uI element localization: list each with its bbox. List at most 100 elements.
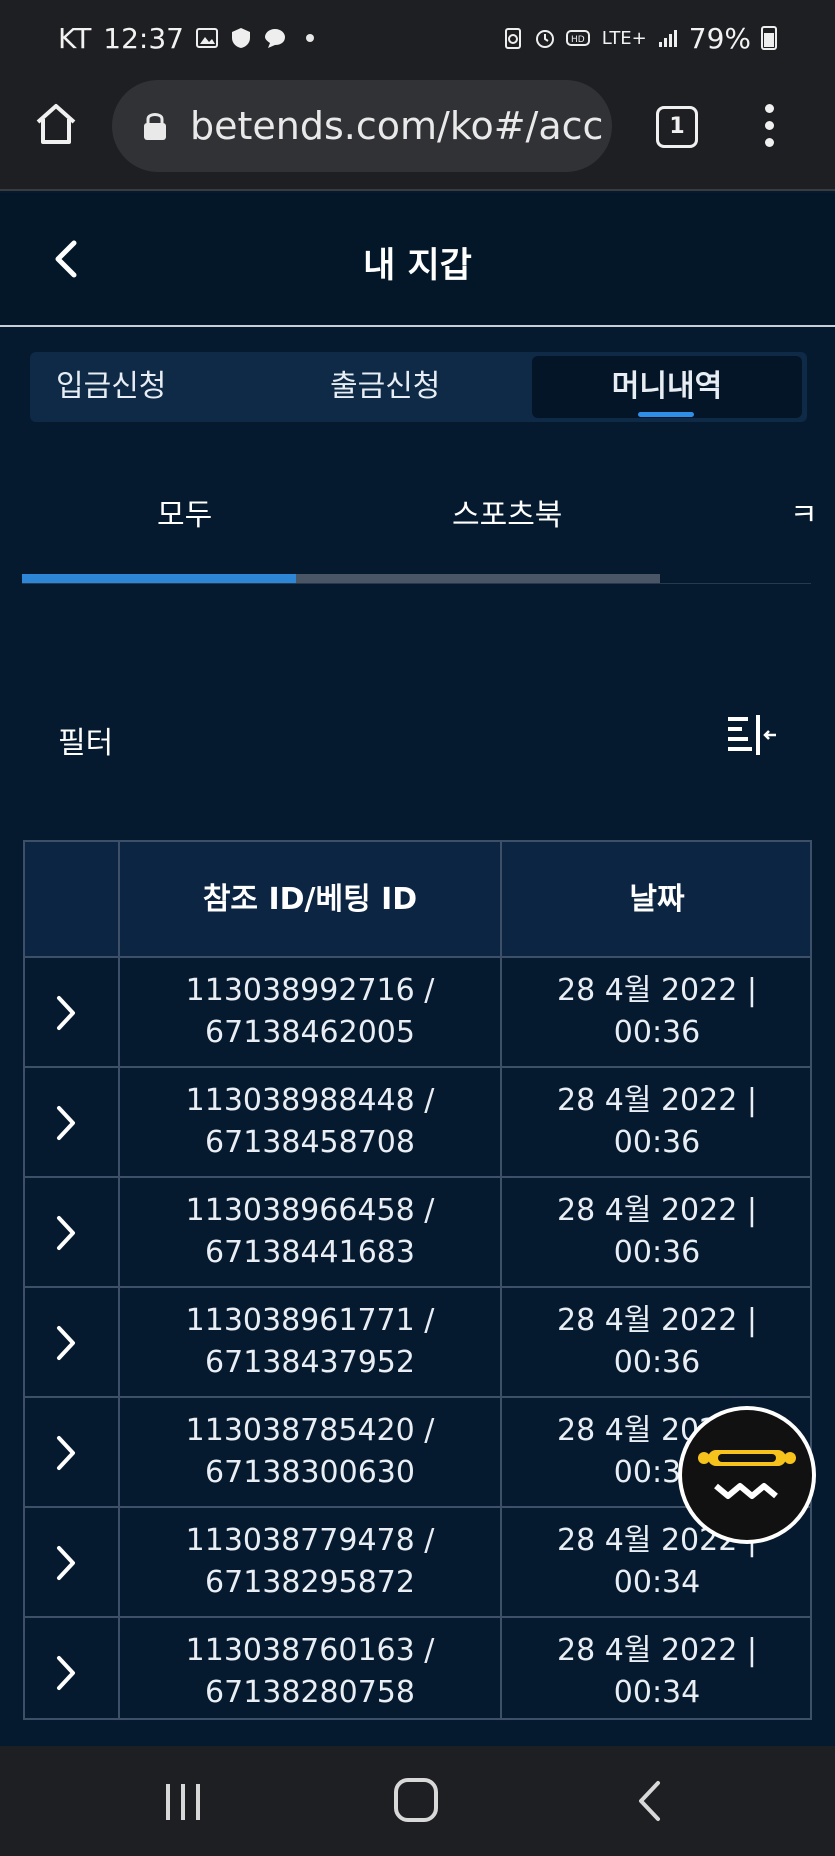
ref-bet-id-cell: 113038966458 / 67138441683 [120, 1190, 500, 1280]
bet-id: 67138437952 [205, 1345, 415, 1380]
lock-icon [144, 113, 166, 140]
page-header: 내 지갑 [0, 193, 835, 327]
date-text: 28 4월 2022 | [557, 1193, 757, 1228]
time-text: 00:36 [613, 1015, 701, 1050]
table-row[interactable]: 113038988448 / 67138458708 28 4월 2022 | 00:… [25, 1068, 810, 1178]
alarm-icon [535, 30, 554, 48]
expand-chevron-icon[interactable] [55, 1214, 77, 1252]
date-cell: 28 4월 2022 | 00:36 [502, 1190, 810, 1280]
address-bar[interactable]: betends.com/ko#/acc [112, 80, 612, 172]
subtab-third[interactable]: ㅋ [790, 490, 818, 534]
battery-icon [761, 26, 777, 50]
expand-chevron-icon[interactable] [55, 994, 77, 1032]
date-cell: 28 4월 2022 | 00:36 [502, 1300, 810, 1390]
back-nav-icon[interactable] [636, 1780, 662, 1822]
table-header: 참조 ID/베팅 ID 날짜 [25, 842, 810, 958]
ref-id: 113038760163 / [185, 1633, 435, 1668]
home-icon[interactable] [32, 100, 80, 148]
column-header-date: 날짜 [629, 882, 685, 917]
table-row[interactable]: 113038961771 / 67138437952 28 4월 2022 | 00:… [25, 1288, 810, 1398]
status-bar: KT 12:37 HD LTE+ 79% [0, 0, 835, 76]
notification-dot-icon [306, 34, 314, 42]
url-text: betends.com/ko#/acc [190, 104, 604, 148]
bet-id: 67138462005 [205, 1015, 415, 1050]
date-text: 28 4월 2022 | [557, 1083, 757, 1118]
clock: 12:37 [103, 21, 184, 55]
column-divider [118, 842, 120, 1718]
subtab-all[interactable]: 모두 [157, 490, 212, 534]
date-text: 28 4월 2022 | [557, 1633, 757, 1668]
filter-collapse-icon[interactable] [726, 714, 778, 758]
shield-icon [232, 28, 250, 48]
table-row[interactable]: 113038779478 /67138295872 28 4월 2022 | 00:… [25, 1508, 810, 1618]
chat-logo-icon [682, 1410, 812, 1540]
carrier-label: KT [58, 21, 92, 55]
date-cell: 28 4월 2022 | 00:34 [502, 1630, 810, 1718]
ref-id: 113038961771 / [185, 1303, 435, 1338]
svg-text:HD: HD [571, 35, 585, 45]
ref-id: 113038966458 / [185, 1193, 435, 1228]
recent-apps-icon[interactable] [164, 1782, 204, 1822]
recycle-icon [504, 28, 521, 49]
table-row[interactable]: 113038760163 / 67138280758 28 4월 2022 | 00:… [25, 1618, 810, 1718]
date-cell: 28 4월 2022 | 00:36 [502, 1080, 810, 1170]
tab-deposit[interactable]: 입금신청 [56, 352, 166, 422]
gallery-icon [196, 28, 218, 48]
bet-id: 67138280758 [205, 1675, 415, 1710]
battery-percent: 79% [688, 21, 751, 55]
subtab-divider [22, 583, 811, 584]
ref-id: 113038779478 / [185, 1523, 435, 1558]
browser-toolbar: betends.com/ko#/acc 1 [0, 76, 835, 191]
column-header-ref-id: 참조 ID/베팅 ID [202, 882, 418, 917]
time-text: 00:34 [613, 1565, 701, 1600]
hd-voice-icon: HD [565, 30, 590, 46]
ref-id: 113038988448 / [185, 1083, 435, 1118]
chat-fab-button[interactable] [678, 1406, 816, 1544]
subtab-scroll-track[interactable] [22, 574, 660, 583]
bet-id: 67138458708 [205, 1125, 415, 1160]
filter-label[interactable]: 필터 [58, 718, 113, 762]
bet-id: 67138295872 [205, 1565, 415, 1600]
network-type: LTE+ [601, 27, 647, 49]
time-text: 00:36 [613, 1345, 701, 1380]
chat-bubble-icon [265, 29, 285, 48]
ref-bet-id-cell: 113038988448 / 67138458708 [120, 1080, 500, 1170]
ref-bet-id-cell: 113038760163 / 67138280758 [120, 1630, 500, 1718]
subtab-active-indicator [22, 574, 296, 583]
page-title: 내 지갑 [363, 246, 472, 286]
ref-bet-id-cell: 113038992716 / 67138462005 [120, 970, 500, 1060]
more-menu-icon[interactable] [762, 104, 776, 150]
ref-id: 113038992716 / [185, 973, 435, 1008]
money-history-table: 참조 ID/베팅 ID 날짜 113038992716 / 67138462005… [23, 840, 812, 1720]
expand-chevron-icon[interactable] [55, 1104, 77, 1142]
ref-bet-id-cell: 113038779478 / 67138295872 [120, 1520, 500, 1610]
ref-id: 113038785420 / [185, 1413, 435, 1448]
expand-chevron-icon[interactable] [55, 1434, 77, 1472]
tab-withdraw[interactable]: 출금신청 [330, 352, 440, 422]
time-text: 00:36 [613, 1125, 701, 1160]
active-tab-indicator [638, 412, 694, 417]
ref-bet-id-cell: 113038785420 / 67138300630 [120, 1410, 500, 1500]
status-right: HD LTE+ 79% [502, 22, 777, 55]
tab-switcher-button[interactable]: 1 [656, 106, 698, 148]
system-nav-bar [0, 1746, 835, 1856]
home-nav-icon[interactable] [394, 1778, 438, 1822]
time-text: 00:34 [613, 1675, 701, 1710]
signal-icon [658, 30, 677, 47]
date-text: 28 4월 2022 | [557, 1303, 757, 1338]
table-row[interactable]: 113038992716 / 67138462005 28 4월 2022 | 00:… [25, 958, 810, 1068]
tab-money-history[interactable]: 머니내역 [532, 356, 802, 418]
expand-chevron-icon[interactable] [55, 1654, 77, 1692]
subtab-sportsbook[interactable]: 스포츠북 [452, 490, 562, 534]
table-row[interactable]: 113038966458 / 67138441683 28 4월 2022 | 00:… [25, 1178, 810, 1288]
wallet-tab-group: 입금신청 출금신청 머니내역 [30, 352, 807, 422]
date-text: 28 4월 2022 | [557, 973, 757, 1008]
status-left: KT 12:37 [58, 22, 314, 55]
bet-id: 67138441683 [205, 1235, 415, 1270]
time-text: 00:36 [613, 1235, 701, 1270]
bet-id: 67138300630 [205, 1455, 415, 1490]
expand-chevron-icon[interactable] [55, 1544, 77, 1582]
expand-chevron-icon[interactable] [55, 1324, 77, 1362]
column-divider [500, 842, 502, 1718]
ref-bet-id-cell: 113038961771 / 67138437952 [120, 1300, 500, 1390]
